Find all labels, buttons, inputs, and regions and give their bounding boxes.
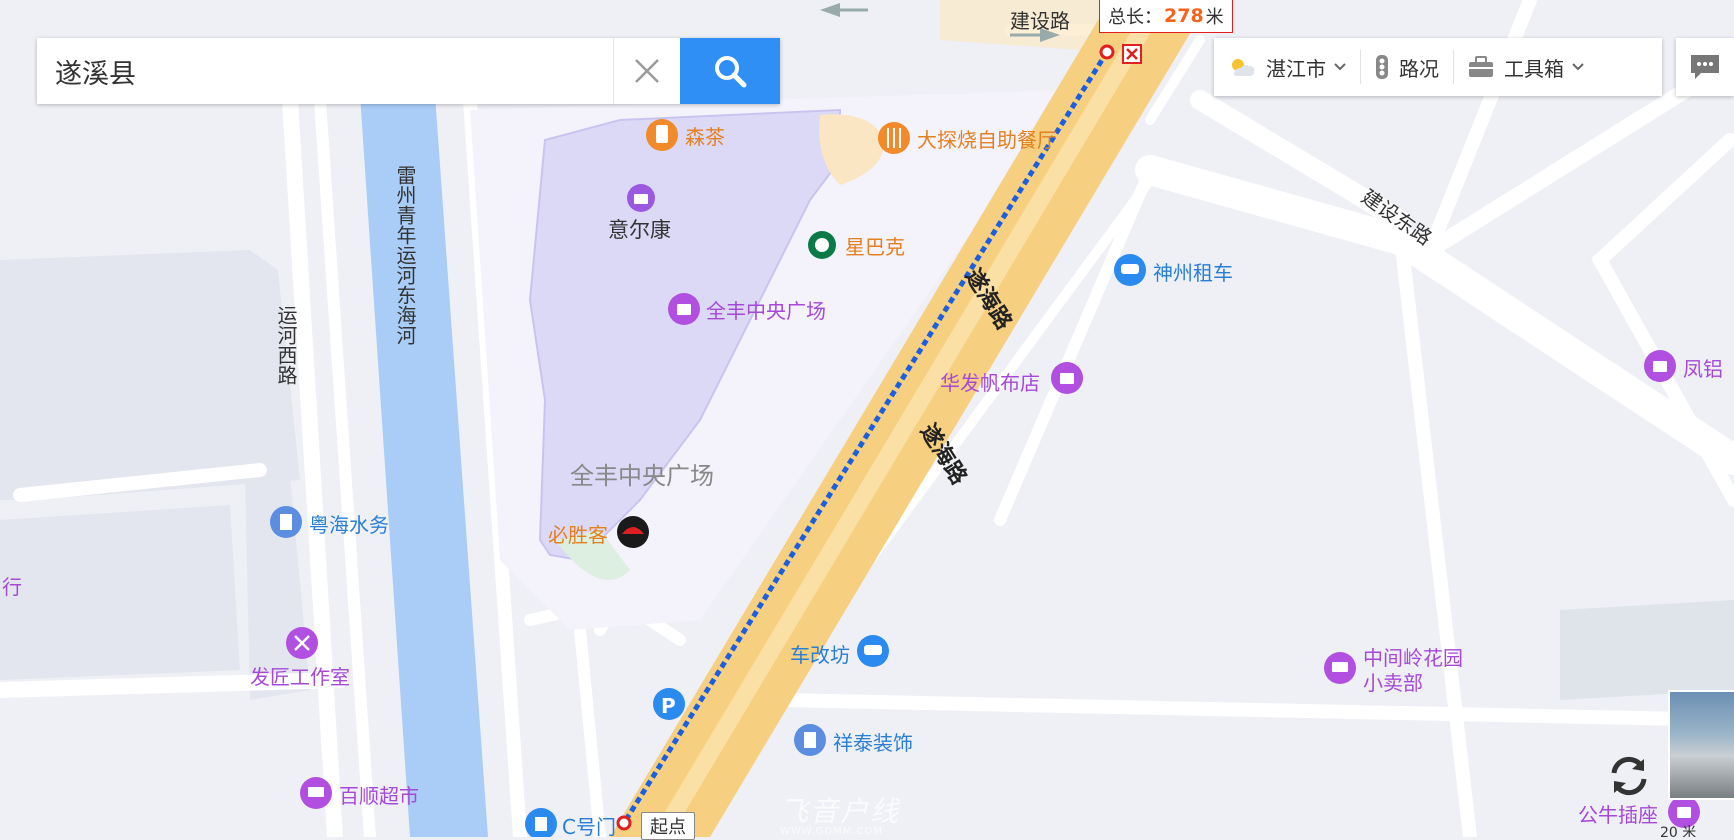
poi-starbucks[interactable]: 星巴克 (808, 231, 905, 259)
map-canvas[interactable]: 建设路 建设东路 遂海路 遂海路 运河西路 雷州青年运河东海河 森茶 大探烧自助… (0, 0, 1734, 837)
svg-text:全丰中央广场: 全丰中央广场 (706, 299, 826, 323)
svg-text:小卖部: 小卖部 (1363, 671, 1423, 695)
close-icon (1126, 48, 1138, 60)
watermark-url: WWW.GDMM.COM (780, 826, 884, 837)
message-button[interactable] (1676, 38, 1734, 96)
toolbox-label: 工具箱 (1504, 56, 1564, 81)
clear-route-button[interactable] (1122, 44, 1142, 64)
scale-label: 20 米 (1660, 825, 1696, 837)
toolbox-icon (1469, 56, 1493, 77)
area-label-quanfeng: 全丰中央广场 (570, 462, 714, 490)
land-block (0, 505, 240, 680)
route-start-marker[interactable] (616, 815, 632, 831)
route-start-label: 起点 (641, 812, 695, 840)
search-box (37, 38, 780, 104)
clear-search-button[interactable] (613, 38, 680, 104)
search-button[interactable] (680, 38, 780, 104)
svg-text:C号门: C号门 (562, 815, 616, 837)
search-input[interactable] (37, 38, 613, 104)
svg-text:百顺超市: 百顺超市 (339, 784, 419, 808)
chevron-down-icon (1334, 63, 1346, 71)
toolbox-button[interactable]: 工具箱 (1454, 38, 1598, 96)
distance-value: 278 (1164, 5, 1204, 27)
edge-poi-label: 行 (2, 575, 22, 599)
traffic-label: 路况 (1399, 56, 1439, 81)
svg-text:神州租车: 神州租车 (1153, 261, 1233, 285)
svg-text:意尔康: 意尔康 (608, 218, 671, 242)
svg-text:祥泰装饰: 祥泰装饰 (833, 731, 913, 755)
route-end-marker[interactable] (1099, 44, 1115, 60)
traffic-light-icon (1376, 55, 1388, 79)
refresh-button[interactable] (1603, 750, 1655, 802)
traffic-button[interactable]: 路况 (1361, 38, 1453, 96)
svg-text:P: P (661, 694, 676, 718)
watermark: 飞音户线 WWW.GDMM.COM (780, 790, 900, 837)
chat-icon (1691, 55, 1719, 79)
distance-prefix: 总长： (1108, 7, 1162, 28)
svg-text:森茶: 森茶 (685, 125, 725, 149)
svg-text:华发帆布店: 华发帆布店 (940, 371, 1040, 395)
land-block (0, 250, 300, 500)
svg-text:车改坊: 车改坊 (790, 643, 850, 667)
svg-text:必胜客: 必胜客 (548, 523, 608, 547)
city-selector[interactable]: 湛江市 (1214, 38, 1360, 96)
watermark-text: 飞音户线 (780, 795, 901, 828)
distance-unit: 米 (1205, 7, 1224, 28)
road-label-jianshe: 建设路 (1010, 9, 1070, 33)
svg-text:发匠工作室: 发匠工作室 (250, 665, 350, 689)
svg-text:中间岭花园: 中间岭花园 (1363, 646, 1463, 670)
poi-parking[interactable]: P (653, 688, 685, 720)
chevron-down-icon (1572, 63, 1584, 71)
route-distance-box: 总长： 278 米 (1099, 0, 1233, 33)
svg-text:星巴克: 星巴克 (845, 235, 905, 259)
street-view-thumbnail[interactable] (1668, 690, 1734, 800)
svg-text:粤海水务: 粤海水务 (309, 513, 389, 537)
refresh-icon (1611, 756, 1647, 796)
svg-text:凤铝: 凤铝 (1683, 357, 1723, 381)
svg-text:大探烧自助餐厅: 大探烧自助餐厅 (917, 128, 1057, 152)
search-icon (715, 56, 747, 88)
canal-label: 雷州青年运河东海河 (393, 165, 417, 345)
road-label-yunhe-west: 运河西路 (274, 305, 298, 385)
close-icon (635, 59, 659, 83)
weather-icon (1232, 59, 1255, 76)
svg-text:公牛插座: 公牛插座 (1578, 803, 1658, 827)
map-toolbar: 湛江市 路况 工具箱 (1214, 38, 1662, 96)
land-block (1560, 600, 1734, 700)
city-label: 湛江市 (1266, 56, 1326, 81)
